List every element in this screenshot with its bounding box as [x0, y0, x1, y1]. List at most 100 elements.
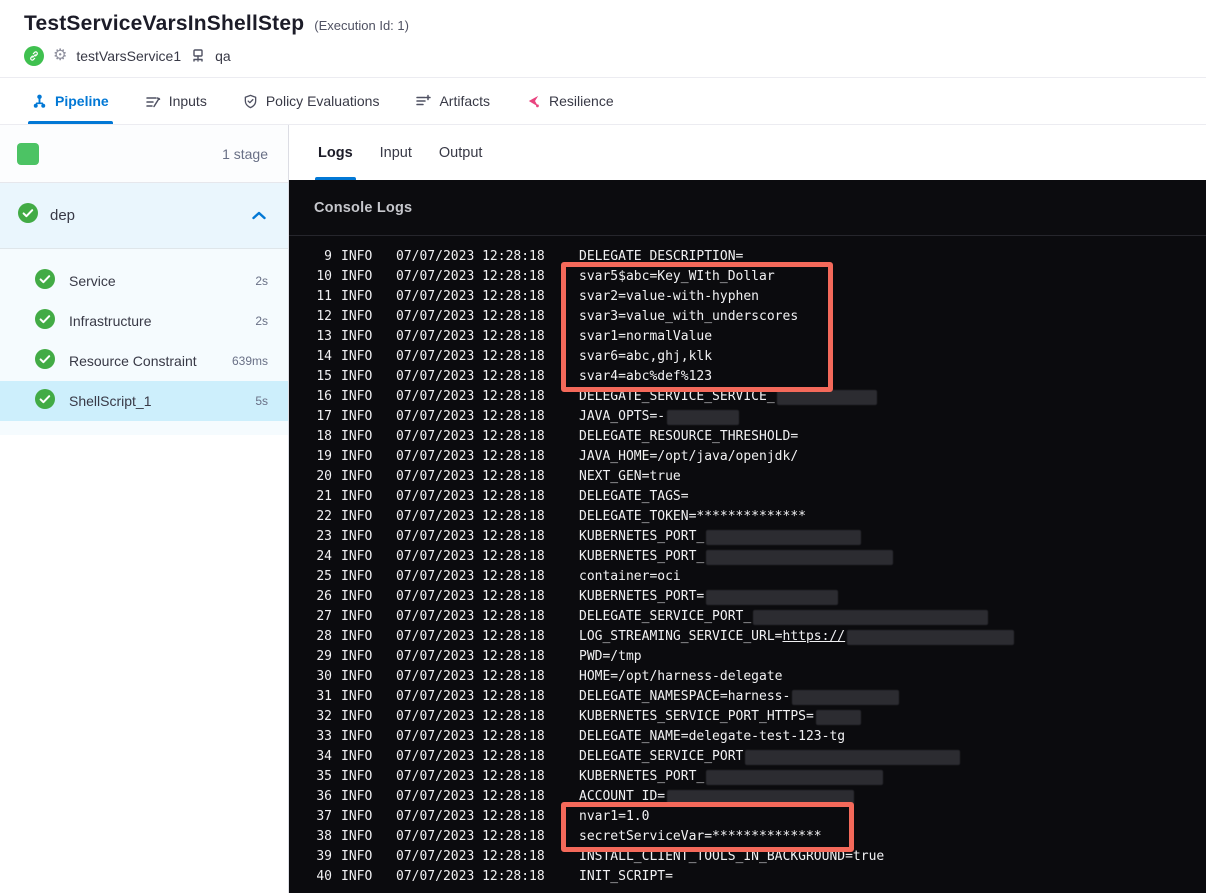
- gear-icon: ⚙: [53, 47, 68, 64]
- environment-name[interactable]: qa: [215, 48, 231, 64]
- log-text: container=oci: [579, 569, 681, 584]
- log-timestamp: 07/07/2023 12:28:18: [396, 589, 545, 604]
- log-line-number: 17: [316, 409, 332, 424]
- success-check-icon: [35, 308, 55, 334]
- log-row: 19 INFO 07/07/2023 12:28:18 JAVA_HOME=/opt/…: [289, 447, 1206, 467]
- log-text: HOME=/opt/harness-delegate: [579, 669, 783, 684]
- log-level: INFO: [341, 249, 373, 264]
- log-line-number: 40: [316, 869, 332, 884]
- log-message: INIT_SCRIPT=: [579, 867, 673, 887]
- stage-count: 1 stage: [222, 145, 268, 162]
- log-level: INFO: [341, 489, 373, 504]
- tab-inputs[interactable]: Inputs: [145, 78, 207, 124]
- log-message: NEXT_GEN=true: [579, 467, 681, 487]
- log-level: INFO: [341, 329, 373, 344]
- log-text: DELEGATE_TAGS=: [579, 489, 689, 504]
- log-timestamp: 07/07/2023 12:28:18: [396, 529, 545, 544]
- log-message: svar3=value_with_underscores: [579, 307, 798, 327]
- tab-resilience[interactable]: Resilience: [526, 78, 614, 124]
- log-line-number: 11: [316, 289, 332, 304]
- stage-summary-bar: 1 stage: [0, 125, 288, 183]
- log-level: INFO: [341, 789, 373, 804]
- console-log-area[interactable]: 9 INFO 07/07/2023 12:28:18 DELEGATE_DESCRIP…: [289, 236, 1206, 893]
- sidebar-step-service[interactable]: Service 2s: [0, 261, 288, 301]
- page-title: TestServiceVarsInShellStep: [24, 12, 305, 35]
- log-level: INFO: [341, 749, 373, 764]
- log-level: INFO: [341, 449, 373, 464]
- log-line-number: 24: [316, 549, 332, 564]
- log-level: INFO: [341, 289, 373, 304]
- log-timestamp: 07/07/2023 12:28:18: [396, 409, 545, 424]
- tab-output[interactable]: Output: [439, 125, 483, 180]
- log-line-number: 12: [316, 309, 332, 324]
- log-tabbar: Logs Input Output: [289, 125, 1206, 180]
- log-link[interactable]: https://: [783, 627, 846, 647]
- meta-row: ⚙ testVarsService1 qa: [24, 46, 1182, 66]
- log-message: JAVA_HOME=/opt/java/openjdk/: [579, 447, 798, 467]
- log-line-number: 26: [316, 589, 332, 604]
- stage-status-square[interactable]: [17, 142, 39, 165]
- log-timestamp: 07/07/2023 12:28:18: [396, 249, 545, 264]
- log-row: 33 INFO 07/07/2023 12:28:18 DELEGATE_NAME=d…: [289, 727, 1206, 747]
- log-timestamp: 07/07/2023 12:28:18: [396, 689, 545, 704]
- log-row: 25 INFO 07/07/2023 12:28:18 container=oci: [289, 567, 1206, 587]
- log-row: 21 INFO 07/07/2023 12:28:18 DELEGATE_TAGS=: [289, 487, 1206, 507]
- log-timestamp: 07/07/2023 12:28:18: [396, 389, 545, 404]
- log-text: nvar1=1.0: [579, 809, 650, 824]
- environment-icon: [190, 48, 206, 64]
- tab-inputs-label: Inputs: [168, 93, 207, 109]
- log-text: svar3=value_with_underscores: [579, 309, 799, 324]
- tab-logs[interactable]: Logs: [315, 125, 356, 180]
- log-timestamp: 07/07/2023 12:28:18: [396, 789, 545, 804]
- log-text: PWD=/tmp: [579, 649, 642, 664]
- log-timestamp: 07/07/2023 12:28:18: [396, 569, 545, 584]
- log-text: KUBERNETES_PORT_: [579, 529, 705, 544]
- success-check-icon: [35, 388, 55, 414]
- log-level: INFO: [341, 769, 373, 784]
- log-line-number: 15: [316, 369, 332, 384]
- log-text: INIT_SCRIPT=: [579, 869, 673, 884]
- log-timestamp: 07/07/2023 12:28:18: [396, 729, 545, 744]
- tab-pipeline[interactable]: Pipeline: [28, 78, 113, 124]
- redacted-value: [667, 409, 740, 425]
- tab-input[interactable]: Input: [380, 125, 412, 180]
- log-text: svar1=normalValue: [579, 329, 713, 344]
- log-message: DELEGATE_SERVICE_PORT_: [579, 607, 989, 627]
- log-timestamp: 07/07/2023 12:28:18: [396, 709, 545, 724]
- redacted-value: [706, 589, 839, 605]
- sidebar-step-shellscript-1[interactable]: ShellScript_1 5s: [0, 381, 288, 421]
- log-message: PWD=/tmp: [579, 647, 642, 667]
- log-message: svar2=value-with-hyphen: [579, 287, 759, 307]
- log-text: JAVA_OPTS=-: [579, 409, 666, 424]
- log-message: secretServiceVar=**************: [579, 827, 822, 847]
- log-text: KUBERNETES_PORT=: [579, 589, 705, 604]
- tab-artifacts[interactable]: Artifacts: [415, 78, 490, 124]
- log-level: INFO: [341, 629, 373, 644]
- log-text: DELEGATE_NAMESPACE=harness-: [579, 689, 791, 704]
- log-message: DELEGATE_SERVICE_SERVICE_: [579, 387, 877, 407]
- log-line-number: 37: [316, 809, 332, 824]
- step-duration: 639ms: [231, 354, 268, 368]
- log-line-number: 10: [316, 269, 332, 284]
- log-timestamp: 07/07/2023 12:28:18: [396, 749, 545, 764]
- execution-tabbar: Pipeline Inputs Policy Evaluations Artif…: [0, 78, 1206, 125]
- log-line-number: 33: [316, 729, 332, 744]
- log-text: DELEGATE_NAME=delegate-test-123-tg: [579, 729, 846, 744]
- service-name[interactable]: testVarsService1: [76, 48, 181, 64]
- log-line-number: 18: [316, 429, 332, 444]
- log-message: KUBERNETES_SERVICE_PORT_HTTPS=: [579, 707, 861, 727]
- log-line-number: 35: [316, 769, 332, 784]
- console: Console Logs 9 INFO 07/07/2023 12:28:18 DEL…: [289, 180, 1206, 893]
- artifacts-icon: [415, 93, 432, 109]
- log-text: DELEGATE_SERVICE_PORT_: [579, 609, 752, 624]
- sidebar-step-infrastructure[interactable]: Infrastructure 2s: [0, 301, 288, 341]
- stage-group-dep[interactable]: dep: [0, 183, 288, 249]
- tab-policy-evaluations-label: Policy Evaluations: [265, 93, 380, 109]
- redacted-value: [667, 789, 855, 805]
- chevron-up-icon[interactable]: [252, 207, 266, 225]
- log-message: JAVA_OPTS=-: [579, 407, 740, 427]
- success-check-icon: [18, 203, 38, 228]
- sidebar-step-resource-constraint[interactable]: Resource Constraint 639ms: [0, 341, 288, 381]
- log-level: INFO: [341, 669, 373, 684]
- tab-policy-evaluations[interactable]: Policy Evaluations: [243, 78, 380, 124]
